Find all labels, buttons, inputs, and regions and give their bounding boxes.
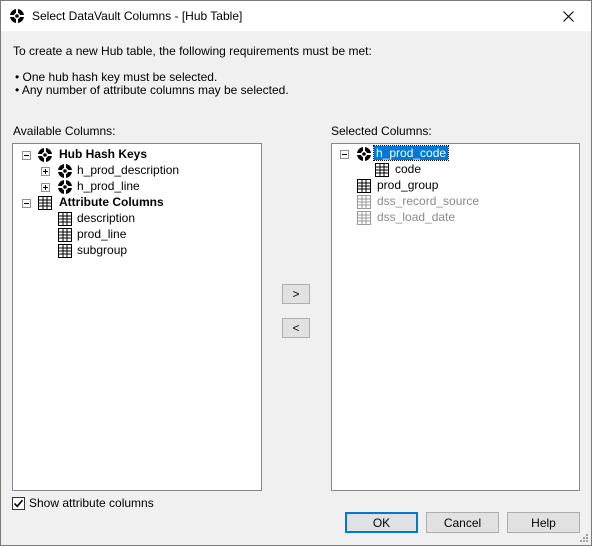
collapse-toggle[interactable] [340,150,349,159]
expand-toggle[interactable] [41,183,50,192]
tree-group-hub-hash-keys[interactable]: Hub Hash Keys [59,147,147,161]
checkmark-icon [13,499,24,507]
selected-hub-key-child[interactable]: code [395,162,421,176]
tree-item-hub-key[interactable]: h_prod_line [77,179,140,193]
available-columns-label: Available Columns: [13,124,116,138]
hub-key-icon [58,180,72,194]
close-icon [563,10,574,22]
requirement-item: • Any number of attribute columns may be… [15,83,289,97]
cancel-button[interactable]: Cancel [426,512,499,533]
add-column-button[interactable]: > [282,284,310,304]
tree-group-attribute-columns[interactable]: Attribute Columns [59,195,164,209]
hub-key-icon [10,9,24,23]
selected-columns-label: Selected Columns: [331,124,432,138]
show-attribute-columns-checkbox[interactable] [12,496,25,510]
grid-column-icon [58,212,72,226]
window-title: Select DataVault Columns - [Hub Table] [32,9,243,23]
grid-column-icon [58,244,72,258]
grid-column-icon [357,211,371,225]
tree-item-attribute[interactable]: prod_line [77,227,126,241]
select-datavault-columns-dialog: Select DataVault Columns - [Hub Table] T… [0,0,592,546]
grid-column-icon [38,196,52,210]
grid-column-icon [375,163,389,177]
grid-column-icon [58,228,72,242]
intro-text: To create a new Hub table, the following… [13,44,372,58]
ok-button[interactable]: OK [345,512,418,533]
tree-item-attribute[interactable]: subgroup [77,243,127,257]
collapse-toggle[interactable] [22,151,31,160]
selected-columns-tree[interactable]: h_prod_code code prod_group dss_record_s… [331,143,580,491]
close-button[interactable] [546,1,591,31]
title-bar: Select DataVault Columns - [Hub Table] [1,1,591,31]
available-columns-tree[interactable]: Hub Hash Keys h_prod_description h_prod_… [12,143,262,491]
selected-hub-key[interactable]: h_prod_code [372,145,450,161]
requirement-item: • One hub hash key must be selected. [15,70,218,84]
show-attribute-columns-label: Show attribute columns [29,496,154,510]
remove-column-button[interactable]: < [282,318,310,338]
selected-column-item[interactable]: prod_group [377,178,438,192]
hub-key-icon [38,148,52,162]
system-column-item[interactable]: dss_record_source [377,194,479,208]
tree-item-hub-key[interactable]: h_prod_description [77,163,179,177]
show-attribute-columns-option[interactable]: Show attribute columns [12,496,154,510]
hub-key-icon [58,164,72,178]
collapse-toggle[interactable] [22,199,31,208]
hub-key-icon [357,147,371,161]
grid-column-icon [357,195,371,209]
help-button[interactable]: Help [507,512,580,533]
tree-item-attribute[interactable]: description [77,211,135,225]
grid-column-icon [357,179,371,193]
resize-grip-icon[interactable] [579,533,589,543]
system-column-item[interactable]: dss_load_date [377,210,455,224]
expand-toggle[interactable] [41,167,50,176]
